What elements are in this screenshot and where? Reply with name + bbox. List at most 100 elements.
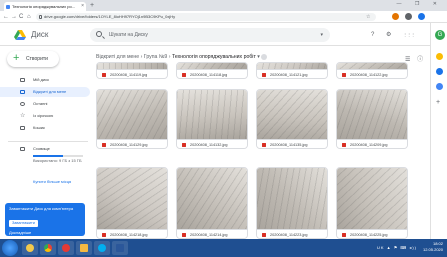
window-controls[interactable]: — ❐ ✕ bbox=[397, 1, 443, 7]
search-options-icon[interactable]: ▾ bbox=[320, 28, 323, 42]
trash-icon bbox=[20, 126, 25, 130]
file-name: 20200408_114121.jpg bbox=[270, 73, 308, 77]
file-card[interactable]: 20200408_114135.jpg bbox=[256, 89, 328, 149]
file-card[interactable]: 20200408_114132.jpg bbox=[176, 89, 248, 149]
sidebar-item-trash[interactable]: Кошик bbox=[0, 123, 90, 133]
buy-storage-link[interactable]: Купити більше місця bbox=[33, 179, 71, 184]
file-thumbnail bbox=[97, 168, 167, 229]
promo-text: Завантажити Диск для комп'ютера bbox=[9, 206, 74, 211]
breadcrumb-item[interactable]: Відкриті для мене bbox=[96, 54, 139, 60]
taskbar-app-word[interactable] bbox=[112, 241, 128, 255]
sidebar-item-label: Із зірочкою bbox=[33, 113, 54, 118]
taskbar-app-explorer[interactable] bbox=[22, 241, 38, 255]
info-icon[interactable]: ⓘ bbox=[417, 57, 423, 63]
start-button[interactable] bbox=[2, 240, 18, 256]
file-card[interactable]: 20200408_114129.jpg bbox=[96, 89, 168, 149]
file-caption[interactable]: 20200408_114218.jpg bbox=[97, 229, 167, 238]
drive-favicon-icon bbox=[6, 4, 10, 9]
system-tray[interactable]: UK ▲ ⚑ ⌨ ◂)) bbox=[377, 242, 417, 253]
url-field[interactable]: drive.google.com/drive/folders/1OYLE_8io… bbox=[36, 13, 376, 21]
address-bar-row: ← → C ⌂ drive.google.com/drive/folders/1… bbox=[0, 11, 447, 23]
sidebar-item-storage[interactable]: Сховище bbox=[0, 144, 90, 154]
file-caption[interactable]: 20200408_114223.jpg bbox=[257, 229, 327, 238]
sidebar-item-my-drive[interactable]: Мій диск bbox=[0, 75, 90, 85]
help-icon[interactable]: ? bbox=[371, 31, 374, 39]
file-card[interactable]: 20200408_114218.jpg bbox=[96, 167, 168, 239]
file-card[interactable]: 20200408_114223.jpg bbox=[256, 167, 328, 239]
shared-people-icon[interactable] bbox=[261, 53, 268, 60]
extension-icon[interactable] bbox=[392, 13, 399, 20]
breadcrumb-item[interactable]: Група №9 bbox=[144, 54, 168, 60]
file-card[interactable]: 20200408_114118.jpg bbox=[176, 62, 248, 79]
calendar-icon[interactable] bbox=[436, 83, 443, 90]
home-icon[interactable]: ⌂ bbox=[27, 12, 31, 22]
file-card[interactable]: 20200408_114214.jpg bbox=[176, 167, 248, 239]
taskbar-app-opera[interactable] bbox=[58, 241, 74, 255]
back-icon[interactable]: ← bbox=[3, 12, 9, 22]
file-caption[interactable]: 20200408_114122.jpg bbox=[337, 69, 407, 78]
avatar[interactable]: G bbox=[435, 30, 445, 40]
file-card[interactable]: 20200408_114119.jpg bbox=[96, 62, 168, 79]
sidebar-item-label: Мій диск bbox=[33, 77, 49, 82]
sidebar-item-recent[interactable]: Останні bbox=[0, 99, 90, 109]
drive-logo-icon[interactable] bbox=[14, 30, 26, 40]
promo-download-button[interactable]: Завантажити bbox=[9, 220, 38, 227]
sidebar-item-label: Відкриті для мене bbox=[33, 89, 67, 94]
file-name: 20200408_114129.jpg bbox=[110, 143, 148, 147]
breadcrumb-item-current[interactable]: Технологія опоряджувальних робіт bbox=[172, 54, 256, 60]
file-card[interactable]: 20200408_114121.jpg bbox=[256, 62, 328, 79]
file-card[interactable]: 20200408_114225.jpg bbox=[336, 167, 408, 239]
file-card[interactable]: 20200408_114209.jpg bbox=[336, 89, 408, 149]
file-caption[interactable]: 20200408_114129.jpg bbox=[97, 139, 167, 148]
taskbar-app-chrome[interactable] bbox=[40, 241, 56, 255]
drive-header: Диск Шукати на Диску ▾ ? ⚙ ⋮⋮⋮ bbox=[0, 24, 430, 46]
sidebar: + Створити Мій диск Відкриті для мене Ос… bbox=[0, 46, 92, 239]
file-card[interactable]: 20200408_114122.jpg bbox=[336, 62, 408, 79]
promo-learn-more-link[interactable]: Докладніше bbox=[9, 230, 31, 235]
apps-icon[interactable]: ⋮⋮⋮ bbox=[403, 31, 415, 39]
add-addon-icon[interactable]: + bbox=[436, 99, 440, 106]
sidebar-item-shared[interactable]: Відкриті для мене bbox=[0, 87, 90, 97]
reload-icon[interactable]: C bbox=[19, 12, 23, 22]
file-name: 20200408_114223.jpg bbox=[270, 233, 308, 237]
file-caption[interactable]: 20200408_114119.jpg bbox=[97, 69, 167, 78]
file-name: 20200408_114218.jpg bbox=[110, 233, 148, 237]
clock[interactable]: 18:02 12.05.2020 bbox=[423, 241, 443, 253]
search-icon[interactable] bbox=[96, 31, 102, 37]
file-caption[interactable]: 20200408_114214.jpg bbox=[177, 229, 247, 238]
sidebar-item-starred[interactable]: ☆ Із зірочкою bbox=[0, 111, 90, 121]
bookmark-star-icon[interactable]: ☆ bbox=[366, 12, 370, 22]
settings-icon[interactable]: ⚙ bbox=[386, 31, 391, 39]
file-caption[interactable]: 20200408_114225.jpg bbox=[337, 229, 407, 238]
storage-text: Використано: 9 ГБ з 15 ГБ bbox=[33, 158, 82, 163]
extension-icon[interactable] bbox=[405, 13, 412, 20]
file-grid: 20200408_114119.jpg 20200408_114118.jpg 20… bbox=[96, 62, 426, 239]
image-file-icon bbox=[102, 233, 106, 237]
profile-icon[interactable] bbox=[418, 13, 425, 20]
file-caption[interactable]: 20200408_114135.jpg bbox=[257, 139, 327, 148]
file-caption[interactable]: 20200408_114209.jpg bbox=[337, 139, 407, 148]
sidebar-divider bbox=[8, 141, 88, 142]
forward-icon[interactable]: → bbox=[11, 12, 17, 22]
keep-icon[interactable] bbox=[436, 53, 443, 60]
new-tab-button[interactable]: + bbox=[90, 2, 94, 10]
my-drive-icon bbox=[20, 78, 25, 82]
image-file-icon bbox=[182, 73, 186, 77]
clock-date: 12.05.2020 bbox=[422, 247, 443, 252]
image-file-icon bbox=[182, 233, 186, 237]
search-input[interactable]: Шукати на Диску ▾ bbox=[90, 28, 330, 42]
file-caption[interactable]: 20200408_114121.jpg bbox=[257, 69, 327, 78]
tasks-icon[interactable] bbox=[436, 68, 443, 75]
image-file-icon bbox=[102, 73, 106, 77]
taskbar-app-folder[interactable] bbox=[76, 241, 92, 255]
taskbar-app-skype[interactable] bbox=[94, 241, 110, 255]
file-name: 20200408_114119.jpg bbox=[110, 73, 148, 77]
new-button[interactable]: + Створити bbox=[7, 51, 59, 67]
browser-tab[interactable]: Технологія опоряджувальних ро... × bbox=[4, 2, 86, 11]
file-caption[interactable]: 20200408_114132.jpg bbox=[177, 139, 247, 148]
close-tab-icon[interactable]: × bbox=[81, 2, 84, 11]
drive-brand[interactable]: Диск bbox=[31, 29, 48, 41]
image-file-icon bbox=[182, 143, 186, 147]
file-caption[interactable]: 20200408_114118.jpg bbox=[177, 69, 247, 78]
file-thumbnail bbox=[337, 90, 407, 139]
